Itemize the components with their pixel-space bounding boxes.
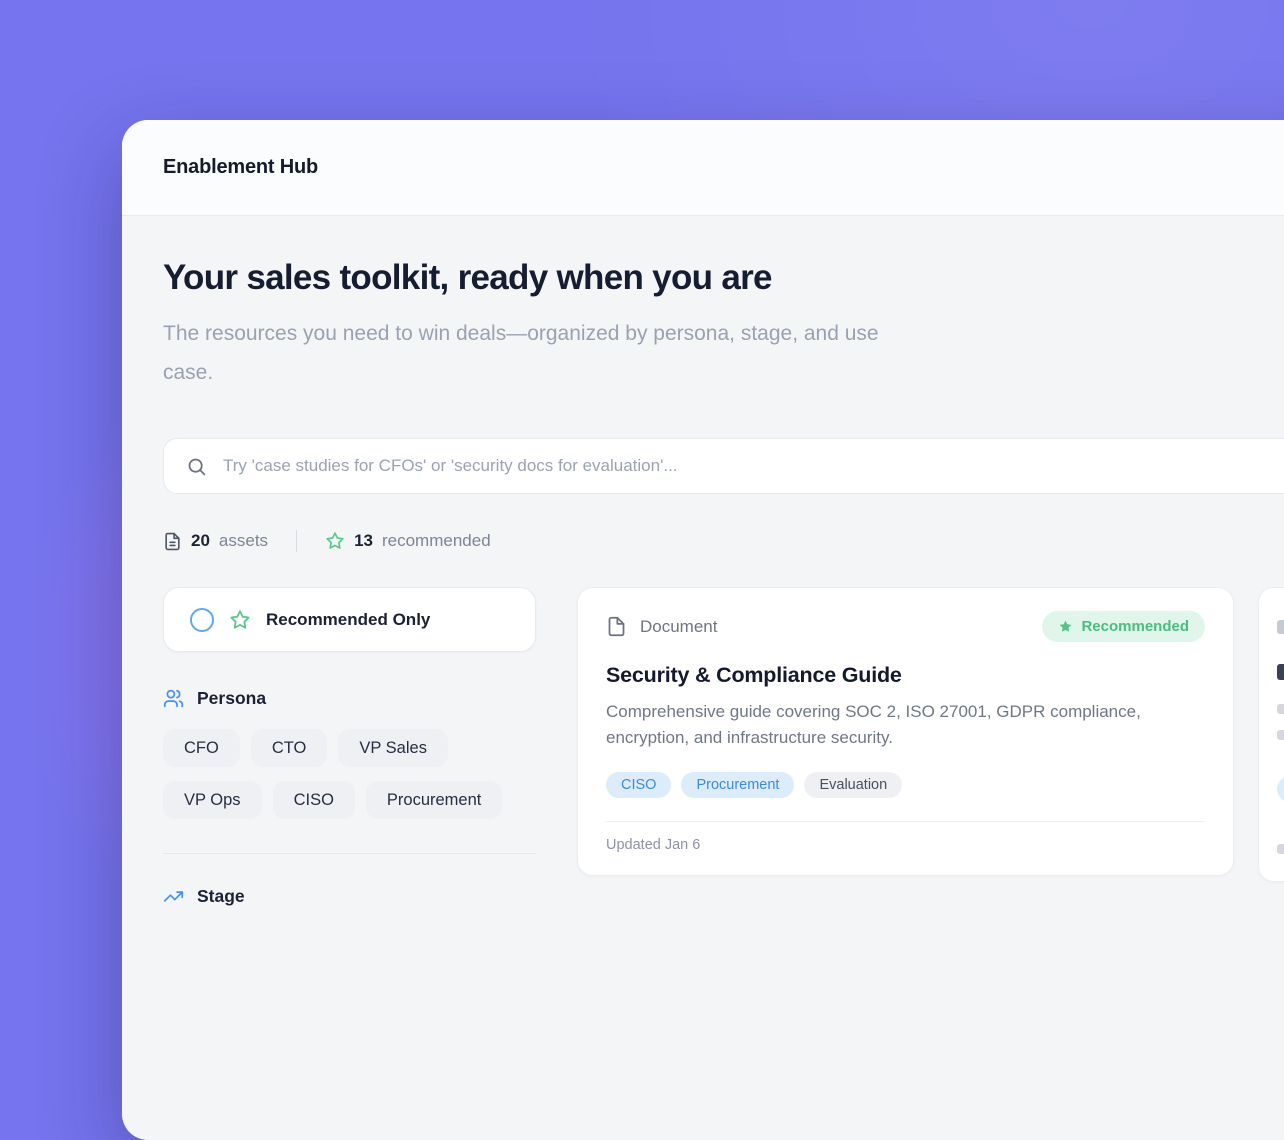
enablement-hub-window: Enablement Hub Your sales toolkit, ready… bbox=[122, 120, 1284, 1140]
star-filled-icon bbox=[1058, 619, 1073, 634]
stats-row: 20 assets 13 recommended bbox=[163, 530, 1284, 552]
card-tags: CISO Procurement Evaluation bbox=[606, 772, 1205, 798]
clipped-title-fragment bbox=[1277, 664, 1284, 680]
persona-chip-procurement[interactable]: Procurement bbox=[366, 781, 502, 819]
card-type: Document bbox=[606, 616, 717, 637]
asset-card-security-compliance-guide[interactable]: Document Recommended Security & Complian… bbox=[577, 587, 1234, 876]
search-bar[interactable] bbox=[163, 438, 1284, 494]
filters-sidebar: Recommended Only Persona CFO CTO VP Sale… bbox=[163, 587, 536, 907]
persona-label: Persona bbox=[197, 688, 266, 709]
file-icon bbox=[606, 616, 627, 637]
star-icon bbox=[325, 531, 345, 551]
recommended-only-label: Recommended Only bbox=[266, 610, 430, 630]
assets-label: assets bbox=[219, 531, 268, 551]
persona-chip-cfo[interactable]: CFO bbox=[163, 729, 240, 767]
users-icon bbox=[163, 688, 184, 709]
search-icon bbox=[186, 456, 207, 477]
star-icon bbox=[229, 609, 251, 631]
app-title: Enablement Hub bbox=[163, 156, 318, 179]
clipped-tag-fragment bbox=[1277, 776, 1284, 802]
stats-divider bbox=[296, 530, 297, 552]
trending-up-icon bbox=[163, 886, 184, 907]
clipped-text-fragment bbox=[1277, 704, 1284, 714]
card-top-row: Document Recommended bbox=[606, 611, 1205, 642]
tag-procurement[interactable]: Procurement bbox=[681, 772, 794, 798]
window-header: Enablement Hub bbox=[122, 120, 1284, 216]
content-row: Recommended Only Persona CFO CTO VP Sale… bbox=[163, 587, 1284, 907]
stage-label: Stage bbox=[197, 886, 245, 907]
assets-count: 20 bbox=[191, 531, 210, 551]
persona-chip-vp-sales[interactable]: VP Sales bbox=[338, 729, 448, 767]
persona-chip-ciso[interactable]: CISO bbox=[273, 781, 355, 819]
asset-card-clipped[interactable] bbox=[1258, 587, 1284, 882]
clipped-text-fragment bbox=[1277, 730, 1284, 740]
stage-header: Stage bbox=[163, 886, 536, 907]
persona-header: Persona bbox=[163, 688, 536, 709]
recommended-label: recommended bbox=[382, 531, 491, 551]
card-type-label: Document bbox=[640, 617, 717, 637]
recommended-badge-label: Recommended bbox=[1081, 618, 1189, 635]
file-text-icon bbox=[163, 532, 182, 551]
tag-evaluation[interactable]: Evaluation bbox=[804, 772, 902, 798]
card-title: Security & Compliance Guide bbox=[606, 663, 1205, 688]
persona-chips: CFO CTO VP Sales VP Ops CISO Procurement bbox=[163, 729, 536, 819]
card-description: Comprehensive guide covering SOC 2, ISO … bbox=[606, 699, 1198, 751]
card-divider bbox=[606, 821, 1205, 822]
clipped-type-fragment bbox=[1277, 620, 1284, 634]
card-updated-date: Updated Jan 6 bbox=[606, 837, 1205, 853]
persona-chip-cto[interactable]: CTO bbox=[251, 729, 328, 767]
radio-circle-icon[interactable] bbox=[190, 608, 214, 632]
persona-filter-section: Persona CFO CTO VP Sales VP Ops CISO Pro… bbox=[163, 688, 536, 819]
page-subtitle: The resources you need to win deals—orga… bbox=[163, 314, 923, 392]
recommended-count: 13 bbox=[354, 531, 373, 551]
asset-cards-row: Document Recommended Security & Complian… bbox=[577, 587, 1284, 882]
persona-chip-vp-ops[interactable]: VP Ops bbox=[163, 781, 262, 819]
tag-ciso[interactable]: CISO bbox=[606, 772, 671, 798]
search-input[interactable] bbox=[221, 455, 1284, 477]
stage-filter-section: Stage bbox=[163, 886, 536, 907]
main-content: Your sales toolkit, ready when you are T… bbox=[122, 216, 1284, 907]
assets-count-stat: 20 assets bbox=[163, 531, 268, 551]
page-title: Your sales toolkit, ready when you are bbox=[163, 258, 1284, 298]
sidebar-divider bbox=[163, 853, 536, 854]
recommended-badge: Recommended bbox=[1042, 611, 1205, 642]
clipped-footer-fragment bbox=[1277, 844, 1284, 854]
recommended-count-stat: 13 recommended bbox=[325, 531, 491, 551]
recommended-only-toggle[interactable]: Recommended Only bbox=[163, 587, 536, 652]
